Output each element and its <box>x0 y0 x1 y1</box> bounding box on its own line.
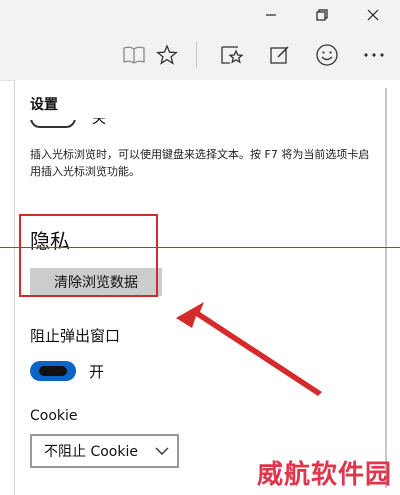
hub-favorites-icon <box>221 46 244 64</box>
restore-button[interactable] <box>299 0 345 30</box>
restore-icon <box>316 9 328 21</box>
add-favorite-button[interactable] <box>154 42 180 68</box>
title-bar <box>0 0 400 30</box>
minimize-icon <box>266 14 276 16</box>
reading-view-icon <box>123 46 145 64</box>
close-icon <box>367 9 379 21</box>
feedback-smiley-icon <box>316 44 338 66</box>
cookie-label: Cookie <box>30 408 78 424</box>
block-popups-label: 阻止弹出窗口 <box>30 327 121 345</box>
feedback-button[interactable] <box>314 42 340 68</box>
caret-browsing-description: 插入光标浏览时，可以使用键盘来选择文本。按 F7 将为当前选项卡启用插入光标浏览… <box>30 148 370 178</box>
more-icon <box>364 53 384 57</box>
minimize-button[interactable] <box>248 0 294 30</box>
settings-title: 设置 <box>30 97 58 113</box>
toolbar-divider <box>196 42 197 68</box>
caret-browsing-toggle[interactable] <box>30 120 90 132</box>
web-note-icon <box>270 46 289 64</box>
annotation-arrow-icon <box>176 302 322 396</box>
more-button[interactable] <box>361 42 387 68</box>
reading-view-button[interactable] <box>121 42 147 68</box>
close-button[interactable] <box>350 0 396 30</box>
cookie-dropdown[interactable]: 不阻止 Cookie <box>30 434 179 468</box>
block-popups-state: 开 <box>89 363 105 381</box>
toggle-knob <box>39 366 67 376</box>
block-popups-toggle[interactable] <box>30 361 76 381</box>
cookie-dropdown-value: 不阻止 Cookie <box>44 444 138 460</box>
browser-toolbar <box>0 30 400 81</box>
caret-browsing-toggle-state: 关 <box>92 118 106 127</box>
hub-button[interactable] <box>219 42 245 68</box>
chevron-down-icon <box>155 447 169 455</box>
web-note-button[interactable] <box>267 42 293 68</box>
panel-scrollbar[interactable] <box>385 88 387 488</box>
watermark-logo: 威航软件园 <box>256 460 392 490</box>
annotation-highlight-box <box>19 214 158 297</box>
favorite-star-icon <box>156 44 178 65</box>
